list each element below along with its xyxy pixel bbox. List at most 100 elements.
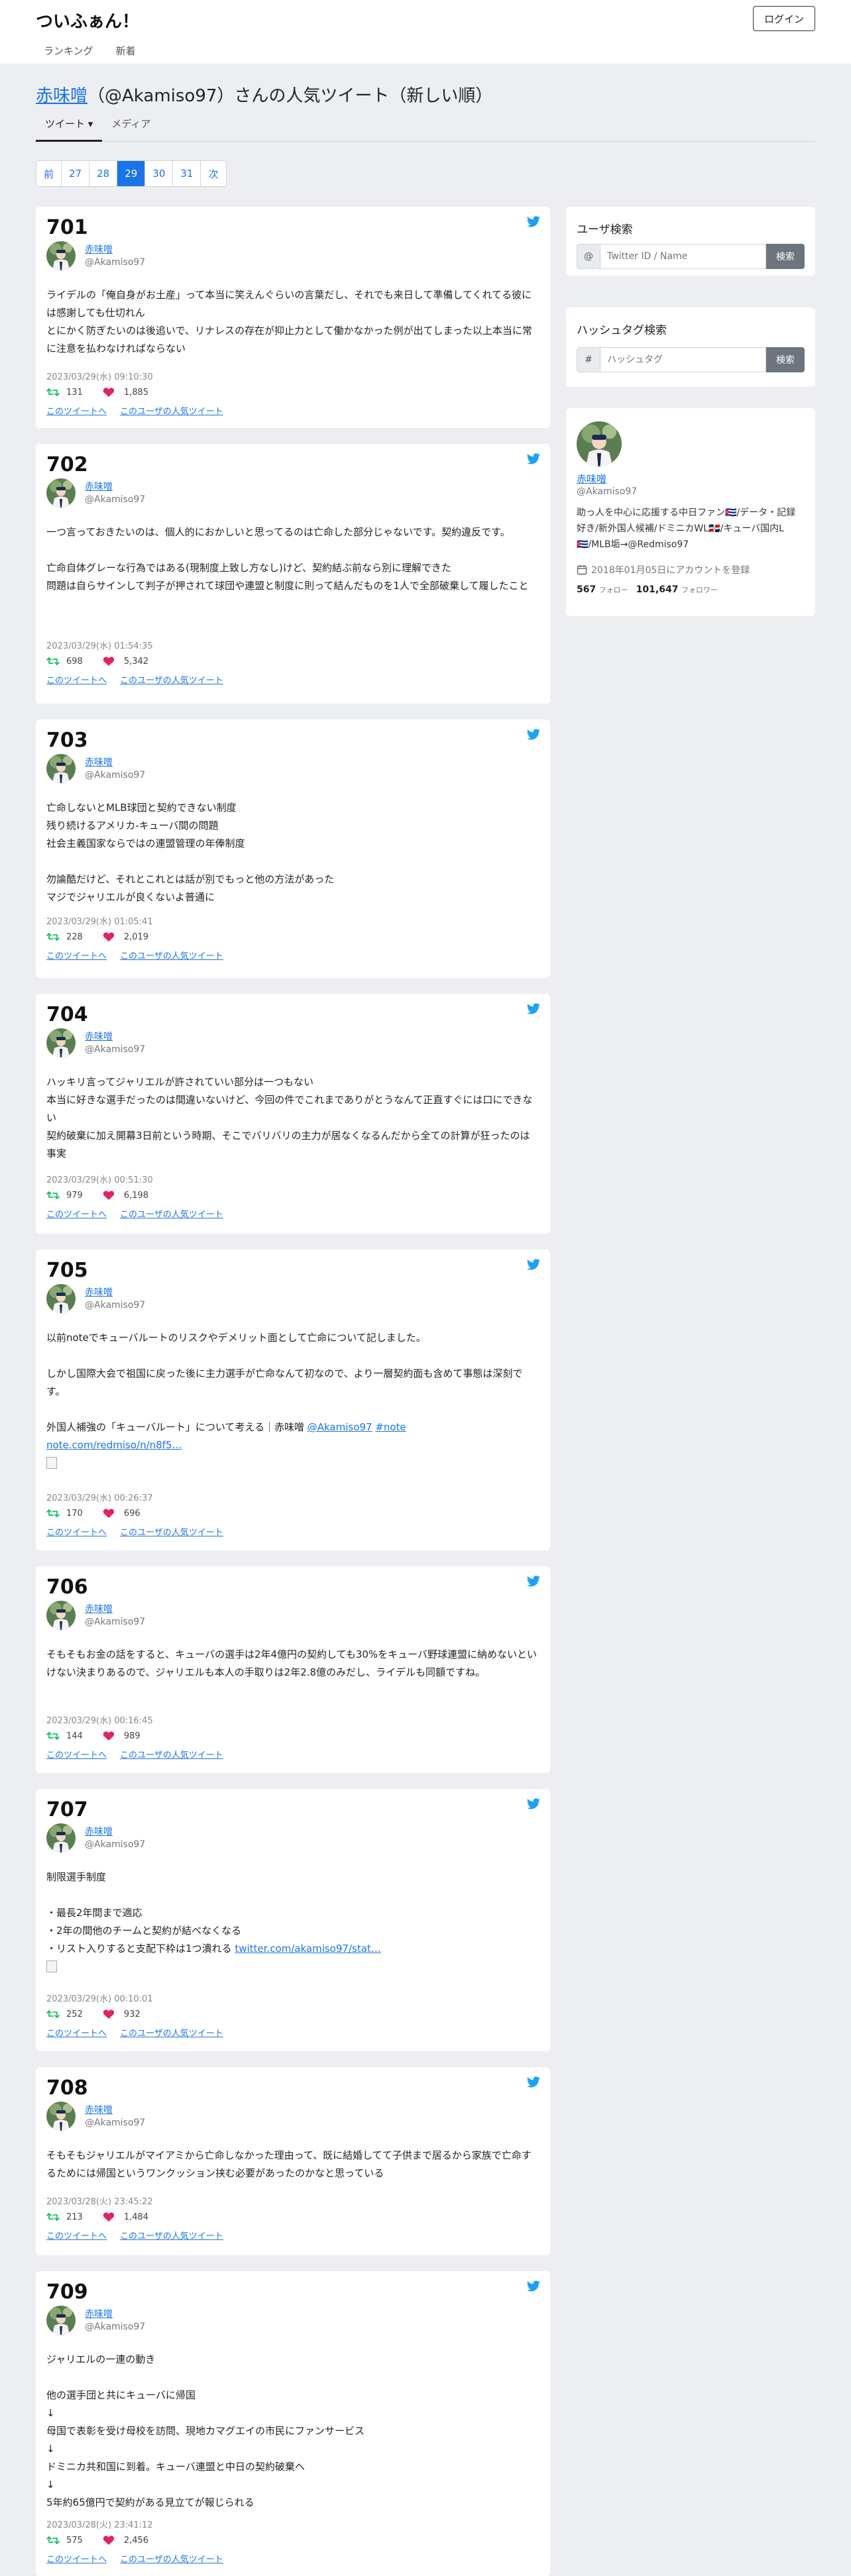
avatar[interactable] xyxy=(46,1601,76,1630)
hashtag-search-button[interactable]: 検索 xyxy=(766,347,805,372)
pagination-page[interactable]: 28 xyxy=(89,161,118,186)
followers-label: フォロワー xyxy=(681,586,718,594)
retweet-icon xyxy=(46,933,60,941)
profile-follow-counts: 567 フォロー 101,647 フォロワー xyxy=(577,584,718,595)
go-to-tweet-link[interactable]: このツイートへ xyxy=(46,1748,107,1760)
profile-name[interactable]: 赤味噌 xyxy=(577,472,606,486)
tweet-rank: 705 xyxy=(46,1259,88,1282)
site-brand[interactable]: ついふぁん！ xyxy=(36,8,139,32)
user-popular-tweets-link[interactable]: このユーザの人気ツイート xyxy=(120,1207,223,1220)
profile-avatar[interactable] xyxy=(577,421,622,466)
avatar[interactable] xyxy=(46,754,76,783)
pagination-prev[interactable]: 前 xyxy=(36,161,62,186)
hashtag-search-input[interactable] xyxy=(600,347,766,372)
tweet-user-name[interactable]: 赤味噌 xyxy=(85,1285,113,1299)
tweet-user-id: @Akamiso97 xyxy=(85,1839,146,1850)
twitter-bird-icon[interactable] xyxy=(526,1002,541,1016)
tweet-links: このツイートへ このユーザの人気ツイート xyxy=(46,949,223,961)
go-to-tweet-link[interactable]: このツイートへ xyxy=(46,1207,107,1220)
user-popular-tweets-link[interactable]: このユーザの人気ツイート xyxy=(120,949,223,961)
tweet-user-name[interactable]: 赤味噌 xyxy=(85,2103,113,2116)
login-button[interactable]: ログイン xyxy=(752,6,815,31)
mention-link[interactable]: @Akamiso97 xyxy=(308,1421,372,1433)
retweet-count: 228 xyxy=(66,932,83,942)
user-popular-tweets-link[interactable]: このユーザの人気ツイート xyxy=(120,2026,223,2039)
avatar[interactable] xyxy=(46,2102,76,2131)
go-to-tweet-link[interactable]: このツイートへ xyxy=(46,673,107,686)
twitter-bird-icon[interactable] xyxy=(526,1797,541,1811)
go-to-tweet-link[interactable]: このツイートへ xyxy=(46,404,107,417)
tweet-user-id: @Akamiso97 xyxy=(85,257,146,268)
tweet-user-name[interactable]: 赤味噌 xyxy=(85,480,113,493)
nav-new-link[interactable]: 新着 xyxy=(116,44,136,58)
retweet-count: 252 xyxy=(66,2009,83,2019)
user-popular-tweets-link[interactable]: このユーザの人気ツイート xyxy=(120,2229,223,2241)
tweet-user-name[interactable]: 赤味噌 xyxy=(85,755,113,769)
tweet-image[interactable] xyxy=(46,1960,57,1972)
twitter-bird-icon[interactable] xyxy=(526,1574,541,1589)
tweet-text-container: ハッキリ言ってジャリエルが許されていい部分は一つもない 本当に好きな選手だったの… xyxy=(46,1073,539,1163)
tweet-text-container: ジャリエルの一連の動き 他の選手団と共にキューバに帰国 ↓ 母国で表彰を受け母校… xyxy=(46,2351,539,2512)
avatar[interactable] xyxy=(46,1284,76,1313)
tweet-rank: 706 xyxy=(46,1576,88,1599)
nav-ranking-link[interactable]: ランキング xyxy=(44,44,93,58)
go-to-tweet-link[interactable]: このツイートへ xyxy=(46,2552,107,2565)
go-to-tweet-link[interactable]: このツイートへ xyxy=(46,2026,107,2039)
user-popular-tweets-link[interactable]: このユーザの人気ツイート xyxy=(120,404,223,417)
avatar[interactable] xyxy=(46,1028,76,1057)
tweet-text: 制限選手制度 ・最長2年間まで適応 ・2年の間他のチームと契約が結べなくなる ・… xyxy=(46,1871,242,1955)
user-search-title: ユーザ検索 xyxy=(577,223,633,237)
twitter-bird-icon[interactable] xyxy=(526,452,541,466)
tweet-url-link[interactable]: note.com/redmiso/n/n8f5… xyxy=(46,1439,182,1451)
user-search-input[interactable] xyxy=(600,244,766,269)
tweet-url-link[interactable]: twitter.com/akamiso97/stat… xyxy=(235,1943,380,1955)
user-search-panel: ユーザ検索 @ 検索 xyxy=(566,207,815,276)
tweet-user-id: @Akamiso97 xyxy=(85,770,146,780)
user-search-button[interactable]: 検索 xyxy=(766,244,805,269)
pagination-next[interactable]: 次 xyxy=(201,161,225,186)
tweet-user-name[interactable]: 赤味噌 xyxy=(85,1602,113,1615)
tweet-user-name[interactable]: 赤味噌 xyxy=(85,242,113,256)
user-popular-tweets-link[interactable]: このユーザの人気ツイート xyxy=(120,673,223,686)
tweet-date: 2023/03/29(水) 01:54:35 xyxy=(46,641,153,651)
retweet-icon xyxy=(46,388,60,396)
tweet-text: そもそもお金の話をすると、キューバの選手は2年4億円の契約しても30%をキューバ… xyxy=(46,1648,538,1678)
tab-tweets[interactable]: ツイート ▾ xyxy=(36,113,103,142)
avatar[interactable] xyxy=(46,1823,76,1852)
tweet-user-name[interactable]: 赤味噌 xyxy=(85,1825,113,1838)
avatar[interactable] xyxy=(46,2306,76,2335)
twitter-bird-icon[interactable] xyxy=(526,1258,541,1272)
hashtag-link[interactable]: #note xyxy=(375,1421,406,1433)
pagination-page[interactable]: 30 xyxy=(145,161,174,186)
page-title-user-link[interactable]: 赤味噌 xyxy=(36,86,87,106)
tweet-date: 2023/03/28(火) 23:41:12 xyxy=(46,2520,153,2530)
go-to-tweet-link[interactable]: このツイートへ xyxy=(46,949,107,961)
tweet-image[interactable] xyxy=(46,1457,57,1469)
twitter-bird-icon[interactable] xyxy=(526,727,541,742)
profile-registered: 2018年01月05日にアカウントを登録 xyxy=(577,563,750,576)
followers-count: 101,647 xyxy=(636,584,679,595)
user-popular-tweets-link[interactable]: このユーザの人気ツイート xyxy=(120,1525,223,1538)
tweet-text: 亡命しないとMLB球団と契約できない制度 残り続けるアメリカ-キューバ間の問題 … xyxy=(46,802,335,903)
tweet-user-name[interactable]: 赤味噌 xyxy=(85,1030,113,1043)
pagination-page[interactable]: 31 xyxy=(173,161,201,186)
tweet-user-id: @Akamiso97 xyxy=(85,1617,146,1627)
tab-media[interactable]: メディア xyxy=(102,113,160,142)
twitter-bird-icon[interactable] xyxy=(526,215,541,229)
twitter-bird-icon[interactable] xyxy=(526,2279,541,2294)
tweet-card: 707 赤味噌 @Akamiso97 制限選手制度 ・最長2年間まで適応 ・2年の間他… xyxy=(36,1789,550,2051)
user-popular-tweets-link[interactable]: このユーザの人気ツイート xyxy=(120,2552,223,2565)
pagination-page-current[interactable]: 29 xyxy=(117,161,146,186)
user-popular-tweets-link[interactable]: このユーザの人気ツイート xyxy=(120,1748,223,1760)
avatar[interactable] xyxy=(46,478,76,508)
pagination-page[interactable]: 27 xyxy=(62,161,90,186)
retweet-icon xyxy=(46,2213,60,2221)
retweet-count: 979 xyxy=(66,1190,83,1201)
avatar[interactable] xyxy=(46,241,76,270)
go-to-tweet-link[interactable]: このツイートへ xyxy=(46,2229,107,2241)
like-count: 696 xyxy=(123,1508,141,1519)
twitter-bird-icon[interactable] xyxy=(526,2075,541,2090)
tweet-user-name[interactable]: 赤味噌 xyxy=(85,2307,113,2320)
go-to-tweet-link[interactable]: このツイートへ xyxy=(46,1525,107,1538)
heart-icon xyxy=(103,657,114,666)
